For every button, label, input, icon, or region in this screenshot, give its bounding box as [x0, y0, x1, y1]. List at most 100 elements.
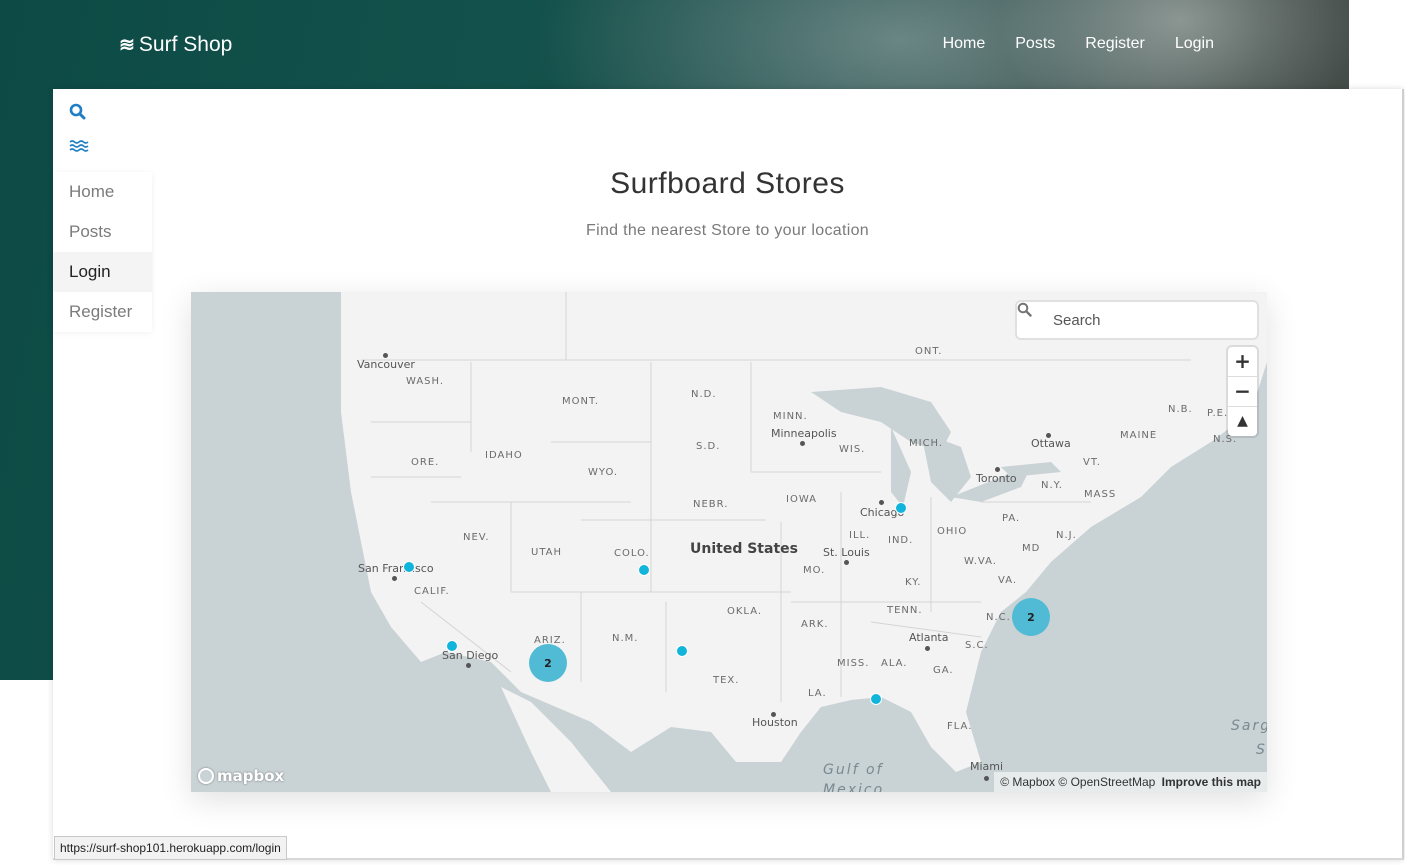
- map-state-label: NEV.: [463, 532, 490, 543]
- side-menu-login[interactable]: Login: [53, 252, 152, 292]
- map-state-label: GA.: [933, 665, 954, 676]
- browser-status-bar: https://surf-shop101.herokuapp.com/login: [54, 836, 287, 860]
- map-navigation-control: + − ▲: [1228, 347, 1257, 436]
- map-state-label: WIS.: [839, 444, 866, 455]
- map-state-label: IND.: [888, 535, 914, 546]
- map-state-label: MINN.: [773, 411, 808, 422]
- map-state-label: MO.: [803, 565, 826, 576]
- map-state-label: CALIF.: [414, 586, 450, 597]
- zoom-out-button[interactable]: −: [1228, 377, 1257, 407]
- map-state-label: N.C.: [986, 612, 1011, 623]
- top-nav-links: Home Posts Register Login: [943, 35, 1214, 53]
- side-icon-bar: [69, 103, 89, 170]
- waves-icon[interactable]: [69, 137, 89, 158]
- top-navbar: ≋ Surf Shop Home Posts Register Login: [0, 0, 1349, 89]
- map-state-label: IOWA: [786, 494, 818, 505]
- map-country-label: United States: [690, 541, 798, 557]
- map-state-label: PA.: [1002, 513, 1021, 524]
- map-state-label: N.D.: [691, 389, 717, 400]
- map-state-label: KY.: [905, 577, 922, 588]
- store-marker[interactable]: [895, 502, 907, 514]
- city-dot: [800, 441, 805, 446]
- map-state-label: LA.: [808, 688, 827, 699]
- map-state-label: N.Y.: [1041, 480, 1063, 491]
- map-state-label: OKLA.: [727, 606, 763, 617]
- top-nav-posts[interactable]: Posts: [1015, 35, 1055, 53]
- map-city-label: Ottawa: [1031, 437, 1071, 450]
- content-card: Home Posts Login Register Surfboard Stor…: [53, 89, 1404, 860]
- attribution-osm-link[interactable]: © OpenStreetMap: [1058, 775, 1155, 789]
- improve-map-link[interactable]: Improve this map: [1162, 775, 1261, 789]
- map-state-label: ILL.: [849, 530, 871, 541]
- city-dot: [879, 500, 884, 505]
- map-search-input[interactable]: [1051, 310, 1245, 330]
- map-water-label: Sarg: [1231, 718, 1267, 734]
- map-city-label: Houston: [752, 716, 798, 729]
- map-state-label: ARK.: [801, 619, 829, 630]
- store-marker[interactable]: [870, 693, 882, 705]
- side-menu-register[interactable]: Register: [53, 292, 152, 332]
- store-marker[interactable]: [676, 645, 688, 657]
- map-state-label: N.M.: [612, 633, 639, 644]
- page-subtitle: Find the nearest Store to your location: [586, 222, 869, 239]
- attribution-mapbox-link[interactable]: © Mapbox: [1000, 775, 1055, 789]
- map-city-label: San Francisco: [358, 562, 434, 575]
- map-state-label: FLA.: [947, 721, 973, 732]
- map-state-label: ONT.: [915, 346, 943, 357]
- store-map[interactable]: WASH. ORE. IDAHO MONT. N.D. S.D. WYO. NE…: [191, 292, 1267, 792]
- store-cluster[interactable]: 2: [1012, 598, 1050, 636]
- top-nav-register[interactable]: Register: [1085, 35, 1145, 53]
- search-icon[interactable]: [69, 103, 89, 125]
- top-nav-login[interactable]: Login: [1175, 35, 1214, 53]
- brand-name: Surf Shop: [138, 33, 233, 56]
- city-dot: [392, 576, 397, 581]
- map-city-label: Vancouver: [357, 358, 415, 371]
- map-state-label: MAINE: [1120, 430, 1158, 441]
- waves-icon: ≋: [119, 34, 135, 56]
- brand-logo[interactable]: ≋ Surf Shop: [119, 33, 232, 57]
- city-dot: [984, 776, 989, 781]
- map-state-label: ORE.: [411, 457, 440, 468]
- city-dot: [466, 663, 471, 668]
- map-city-label: Minneapolis: [771, 427, 837, 440]
- zoom-in-button[interactable]: +: [1228, 347, 1257, 377]
- map-water-label: Mexico: [823, 782, 885, 792]
- store-cluster[interactable]: 2: [529, 644, 567, 682]
- map-state-label: TENN.: [887, 605, 923, 616]
- map-state-label: NEBR.: [693, 499, 729, 510]
- map-state-label: WASH.: [406, 376, 445, 387]
- map-state-label: OHIO: [937, 526, 968, 537]
- store-marker[interactable]: [403, 561, 415, 573]
- top-nav-home[interactable]: Home: [943, 35, 986, 53]
- map-city-label: St. Louis: [823, 546, 870, 559]
- city-dot: [844, 560, 849, 565]
- city-dot: [925, 646, 930, 651]
- map-state-label: TEX.: [713, 675, 740, 686]
- map-state-label: MASS: [1084, 489, 1117, 500]
- store-marker[interactable]: [638, 564, 650, 576]
- map-state-label: S.D.: [696, 441, 721, 452]
- map-state-label: UTAH: [531, 547, 563, 558]
- map-state-label: MONT.: [562, 396, 600, 407]
- map-state-label: MD: [1022, 543, 1041, 554]
- map-water-label: S: [1256, 742, 1267, 758]
- mapbox-logo-text: mapbox: [217, 767, 285, 785]
- map-state-label: W.VA.: [964, 556, 997, 567]
- map-city-label: Atlanta: [909, 631, 949, 644]
- map-state-label: N.J.: [1056, 530, 1077, 541]
- mapbox-logo[interactable]: mapbox: [198, 767, 284, 785]
- mapbox-logo-icon: [198, 768, 214, 784]
- map-state-label: VT.: [1083, 457, 1101, 468]
- map-state-label: MICH.: [909, 438, 944, 449]
- map-state-label: P.E.: [1207, 408, 1229, 419]
- compass-button[interactable]: ▲: [1228, 407, 1257, 436]
- map-attribution: © Mapbox © OpenStreetMap Improve this ma…: [994, 772, 1267, 792]
- map-state-label: COLO.: [614, 548, 650, 559]
- store-marker[interactable]: [446, 640, 458, 652]
- map-state-label: S.C.: [965, 640, 989, 651]
- map-state-label: ALA.: [881, 658, 908, 669]
- map-state-label: IDAHO: [485, 450, 523, 461]
- page-title: Surfboard Stores: [610, 167, 845, 200]
- map-state-label: MISS.: [837, 658, 870, 669]
- map-city-label: Toronto: [976, 472, 1017, 485]
